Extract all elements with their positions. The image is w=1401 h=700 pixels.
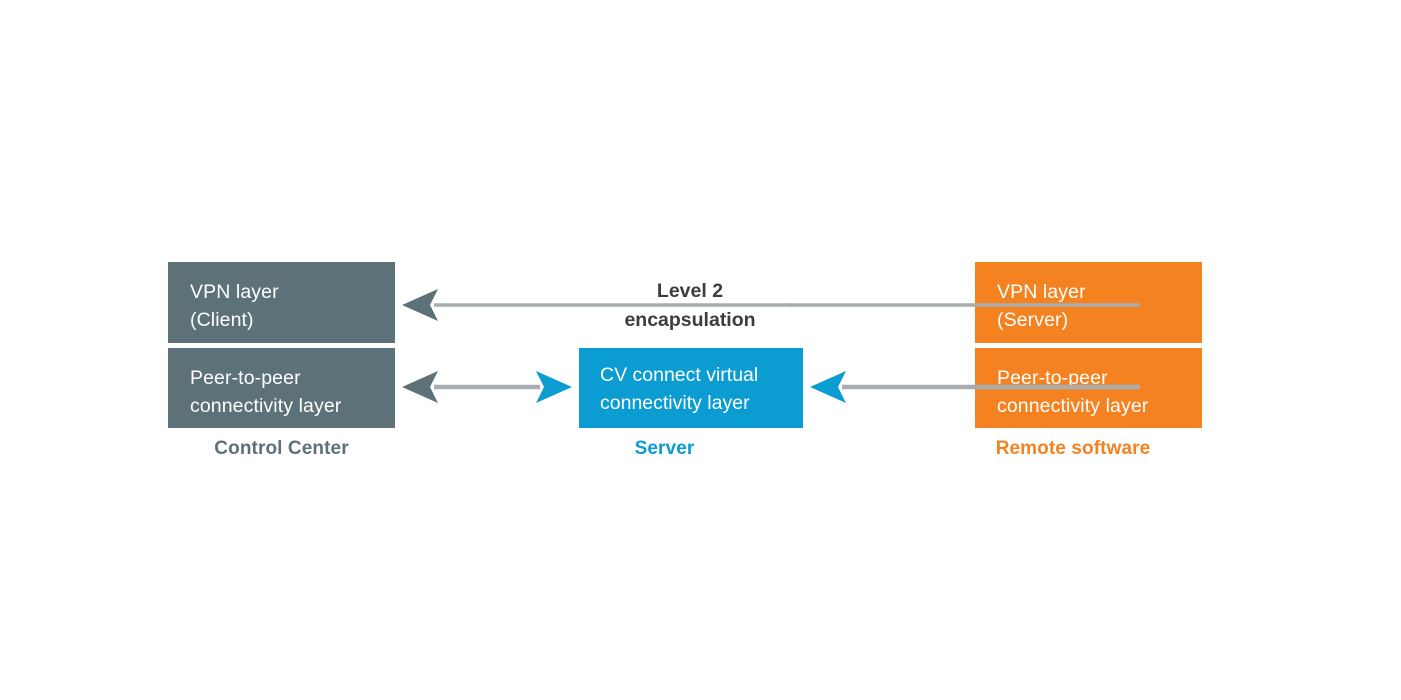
control-center-vpn-layer-box: VPN layer (Client) — [168, 262, 395, 343]
p2p-link-right-blue-arrowhead — [810, 371, 846, 403]
server-cv-connect-virtual-layer-box: CV connect virtual connectivity layer — [579, 348, 803, 428]
control-center-p2p-layer-line1: Peer-to-peer — [190, 367, 301, 389]
control-center-vpn-layer-line2: (Client) — [190, 309, 254, 331]
p2p-link-left-blue-arrowhead — [536, 371, 572, 403]
control-center-stack: VPN layer (Client) Peer-to-peer connecti… — [168, 262, 395, 428]
server-cv-connect-line2: connectivity layer — [600, 392, 750, 414]
remote-software-stack: VPN layer (Server) Peer-to-peer connecti… — [975, 262, 1202, 428]
server-cv-connect-line1: CV connect virtual — [600, 364, 759, 386]
server-caption: Server — [634, 438, 695, 459]
remote-software-vpn-layer-line2: (Server) — [997, 309, 1069, 331]
remote-software-vpn-layer-box: VPN layer (Server) — [975, 262, 1202, 343]
level-2-encapsulation-line2: encapsulation — [624, 309, 756, 331]
control-center-p2p-layer-line2: connectivity layer — [190, 395, 342, 417]
level-2-encapsulation-label: Level 2 encapsulation — [578, 277, 802, 335]
remote-software-caption: Remote software — [995, 438, 1151, 459]
vpn-tunnel-left-arrowhead — [402, 289, 438, 321]
p2p-link-left-gray-arrowhead — [402, 371, 438, 403]
connector-p2p-link-left-arrow — [402, 371, 572, 403]
control-center-vpn-layer-line1: VPN layer — [190, 281, 279, 303]
control-center-p2p-layer-box: Peer-to-peer connectivity layer — [168, 348, 395, 428]
remote-software-p2p-layer-box: Peer-to-peer connectivity layer — [975, 348, 1202, 428]
level-2-encapsulation-line1: Level 2 — [656, 280, 724, 302]
remote-software-p2p-layer-line2: connectivity layer — [997, 395, 1149, 417]
control-center-caption: Control Center — [214, 438, 349, 459]
remote-software-vpn-layer-line1: VPN layer — [997, 281, 1086, 303]
remote-software-p2p-layer-line1: Peer-to-peer — [997, 367, 1108, 389]
diagram-canvas: VPN layer (Client) Peer-to-peer connecti… — [0, 0, 1401, 700]
